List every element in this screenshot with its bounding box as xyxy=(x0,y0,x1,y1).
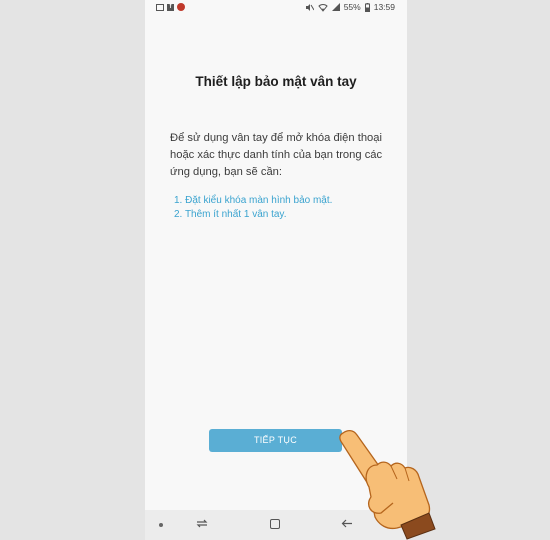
status-bar: f 55% 13:59 xyxy=(145,0,407,16)
clock: 13:59 xyxy=(373,2,395,12)
page-title: Thiết lập bảo mật vân tay xyxy=(195,74,357,89)
home-icon[interactable] xyxy=(270,519,280,529)
description-text: Để sử dụng vân tay để mở khóa điện thoại… xyxy=(170,132,383,178)
step-add-fingerprint[interactable]: 2. Thêm ít nhất 1 vân tay. xyxy=(174,208,394,222)
status-right-icons: 55% 13:59 xyxy=(305,2,395,12)
signal-icon xyxy=(331,3,340,11)
dot-icon xyxy=(159,523,163,527)
recent-apps-icon[interactable] xyxy=(196,518,208,529)
battery-percent: 55% xyxy=(343,2,361,12)
step-set-screen-lock[interactable]: 1. Đặt kiểu khóa màn hình bảo mật. xyxy=(174,194,394,208)
pointing-hand-icon xyxy=(339,429,436,540)
battery-icon xyxy=(364,2,370,12)
mute-icon xyxy=(305,3,314,11)
continue-button[interactable]: TIẾP TỤC xyxy=(209,429,342,452)
wifi-icon xyxy=(318,3,328,12)
facebook-icon: f xyxy=(167,3,174,11)
app-icon xyxy=(177,3,185,11)
steps-list: 1. Đặt kiểu khóa màn hình bảo mật. 2. Th… xyxy=(174,194,394,222)
status-left-icons: f xyxy=(156,3,185,11)
gallery-icon xyxy=(156,3,164,11)
